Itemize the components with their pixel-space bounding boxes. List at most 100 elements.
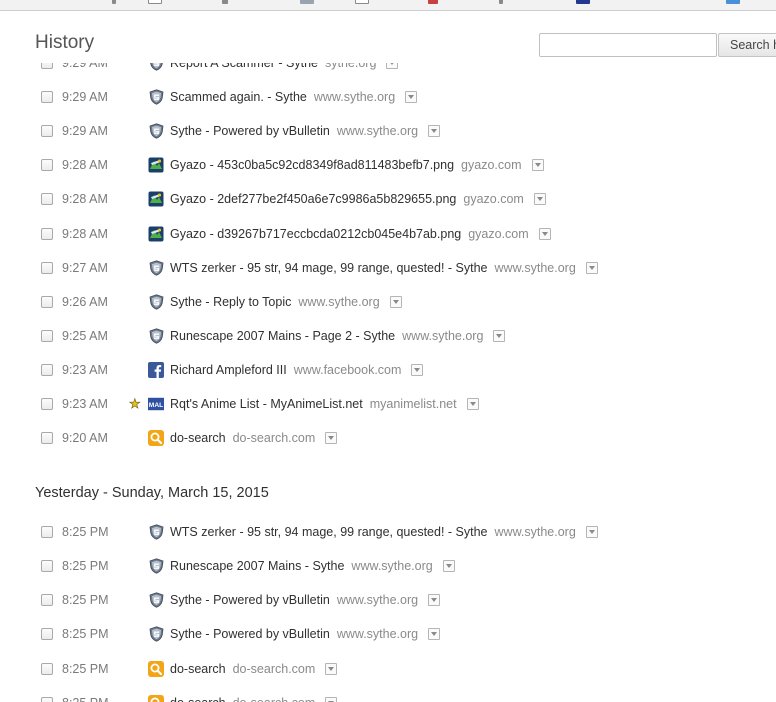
entry-checkbox[interactable] xyxy=(41,696,53,702)
entry-time: 8:25 PM xyxy=(62,559,109,574)
entry-menu-dropdown-icon[interactable] xyxy=(428,594,441,607)
entry-title-link[interactable]: Sythe - Powered by vBulletin xyxy=(170,124,330,138)
history-entry: 8:25 PM WTS zerker - 95 str, 94 mage, 99 … xyxy=(0,515,776,549)
entry-domain-link[interactable]: www.sythe.org xyxy=(351,559,432,573)
entry-checkbox[interactable] xyxy=(41,594,53,607)
entry-checkbox[interactable] xyxy=(41,261,53,274)
entry-menu-dropdown-icon[interactable] xyxy=(493,329,506,342)
entry-menu-dropdown-icon[interactable] xyxy=(428,125,441,138)
entry-checkbox[interactable] xyxy=(41,193,53,206)
entry-checkbox[interactable] xyxy=(41,329,53,342)
entry-checkbox[interactable] xyxy=(41,125,53,138)
entry-checkbox[interactable] xyxy=(41,526,53,539)
entry-domain-link[interactable]: www.sythe.org xyxy=(337,627,418,641)
entry-menu-dropdown-icon[interactable] xyxy=(533,193,546,206)
entry-menu-dropdown-icon[interactable] xyxy=(325,432,338,445)
do-search-icon xyxy=(148,660,164,677)
entry-domain-link[interactable]: www.sythe.org xyxy=(495,525,576,539)
entry-time: 8:25 PM xyxy=(62,593,109,608)
day-header-label: Yesterday - Sunday, March 15, 2015 xyxy=(35,485,269,502)
entry-title-link[interactable]: Sythe - Powered by vBulletin xyxy=(170,593,330,607)
entry-time: 8:25 PM xyxy=(62,696,109,702)
entry-menu-dropdown-icon[interactable] xyxy=(585,526,598,539)
sythe-shield-icon xyxy=(148,626,164,643)
sythe-shield-icon xyxy=(148,524,164,540)
entry-menu-dropdown-icon[interactable] xyxy=(428,628,441,641)
entry-title-link[interactable]: Richard Ampleford III xyxy=(170,363,287,377)
history-entry: 9:25 AM Runescape 2007 Mains - Page 2 - S… xyxy=(0,319,776,353)
entry-checkbox[interactable] xyxy=(41,363,53,376)
entry-menu-dropdown-icon[interactable] xyxy=(466,397,479,410)
sythe-shield-icon xyxy=(148,63,164,71)
history-entry: 9:28 AM Gyazo - 2def277be2f450a6e7c9986a5… xyxy=(0,182,776,216)
entry-title-link[interactable]: Gyazo - d39267b717eccbcda0212cb045e4b7ab… xyxy=(170,227,461,241)
entry-checkbox[interactable] xyxy=(41,662,53,675)
entry-title-link[interactable]: do-search xyxy=(170,662,226,676)
entry-domain-link[interactable]: do-search.com xyxy=(233,662,316,676)
entry-title-link[interactable]: Sythe - Reply to Topic xyxy=(170,295,291,309)
history-entry: 9:28 AM Gyazo - 453c0ba5c92cd8349f8ad8114… xyxy=(0,148,776,182)
entry-domain-link[interactable]: www.sythe.org xyxy=(337,593,418,607)
entry-menu-dropdown-icon[interactable] xyxy=(325,662,338,675)
entry-checkbox[interactable] xyxy=(41,560,53,573)
entry-checkbox[interactable] xyxy=(41,63,53,70)
entry-domain-link[interactable]: sythe.org xyxy=(325,63,376,70)
entry-title-link[interactable]: Gyazo - 453c0ba5c92cd8349f8ad811483befb7… xyxy=(170,158,454,172)
entry-menu-dropdown-icon[interactable] xyxy=(411,363,424,376)
entry-checkbox[interactable] xyxy=(41,432,53,445)
entry-menu-dropdown-icon[interactable] xyxy=(442,560,455,573)
entry-title-link[interactable]: WTS zerker - 95 str, 94 mage, 99 range, … xyxy=(170,525,488,539)
entry-title-link[interactable]: Runescape 2007 Mains - Sythe xyxy=(170,559,344,573)
entry-time: 9:23 AM xyxy=(62,362,108,377)
entry-domain-link[interactable]: www.sythe.org xyxy=(314,90,395,104)
entry-domain-link[interactable]: gyazo.com xyxy=(461,158,521,172)
entry-menu-dropdown-icon[interactable] xyxy=(538,227,551,240)
entry-title-link[interactable]: Gyazo - 2def277be2f450a6e7c9986a5b829655… xyxy=(170,192,456,206)
entry-domain-link[interactable]: www.facebook.com xyxy=(294,363,402,377)
do-search-icon xyxy=(148,694,164,702)
entry-title-link[interactable]: do-search xyxy=(170,431,226,445)
entry-checkbox[interactable] xyxy=(41,628,53,641)
entry-title-link[interactable]: Scammed again. - Sythe xyxy=(170,90,307,104)
entry-time: 9:28 AM xyxy=(62,192,108,207)
entry-title-link[interactable]: do-search xyxy=(170,696,226,702)
gyazo-icon xyxy=(148,157,164,173)
search-input[interactable] xyxy=(539,33,717,57)
entry-domain-link[interactable]: do-search.com xyxy=(233,431,316,445)
entry-checkbox[interactable] xyxy=(41,295,53,308)
entry-checkbox[interactable] xyxy=(41,227,53,240)
entry-time: 9:28 AM xyxy=(62,226,108,241)
history-entry: 9:27 AM WTS zerker - 95 str, 94 mage, 99 … xyxy=(0,251,776,285)
entry-domain-link[interactable]: www.sythe.org xyxy=(298,295,379,309)
entry-menu-dropdown-icon[interactable] xyxy=(405,91,418,104)
entry-menu-dropdown-icon[interactable] xyxy=(531,159,544,172)
entry-title-link[interactable]: Sythe - Powered by vBulletin xyxy=(170,627,330,641)
entry-domain-link[interactable]: gyazo.com xyxy=(463,192,523,206)
entry-menu-dropdown-icon[interactable] xyxy=(386,63,399,70)
entry-checkbox[interactable] xyxy=(41,91,53,104)
entry-checkbox[interactable] xyxy=(41,159,53,172)
entry-menu-dropdown-icon[interactable] xyxy=(325,696,338,702)
history-entry: 9:29 AM Report A Scammer - Sythe sythe.org xyxy=(0,63,776,80)
entry-domain-link[interactable]: myanimelist.net xyxy=(370,397,457,411)
search-button[interactable]: Search history xyxy=(718,33,776,57)
entry-time: 9:29 AM xyxy=(62,63,108,71)
entry-title-link[interactable]: WTS zerker - 95 str, 94 mage, 99 range, … xyxy=(170,261,488,275)
entry-menu-dropdown-icon[interactable] xyxy=(585,261,598,274)
entry-domain-link[interactable]: gyazo.com xyxy=(468,227,528,241)
entry-domain-link[interactable]: www.sythe.org xyxy=(337,124,418,138)
entry-title-link[interactable]: Rqt's Anime List - MyAnimeList.net xyxy=(170,397,363,411)
entry-time: 8:25 PM xyxy=(62,661,109,676)
myanimelist-icon: MAL xyxy=(148,396,164,412)
entry-domain-link[interactable]: do-search.com xyxy=(233,696,316,702)
entry-domain-link[interactable]: www.sythe.org xyxy=(495,261,576,275)
entry-checkbox[interactable] xyxy=(41,397,53,410)
history-entry: 8:25 PM Sythe - Powered by vBulletin www.s… xyxy=(0,617,776,651)
entry-title-link[interactable]: Report A Scammer - Sythe xyxy=(170,63,318,70)
bookmark-star-icon[interactable]: ★ xyxy=(129,397,141,411)
sythe-shield-icon xyxy=(148,592,164,608)
entry-domain-link[interactable]: www.sythe.org xyxy=(402,329,483,343)
history-entry: 9:20 AM do-search do-search.com xyxy=(0,421,776,455)
entry-title-link[interactable]: Runescape 2007 Mains - Page 2 - Sythe xyxy=(170,329,395,343)
entry-menu-dropdown-icon[interactable] xyxy=(389,295,402,308)
